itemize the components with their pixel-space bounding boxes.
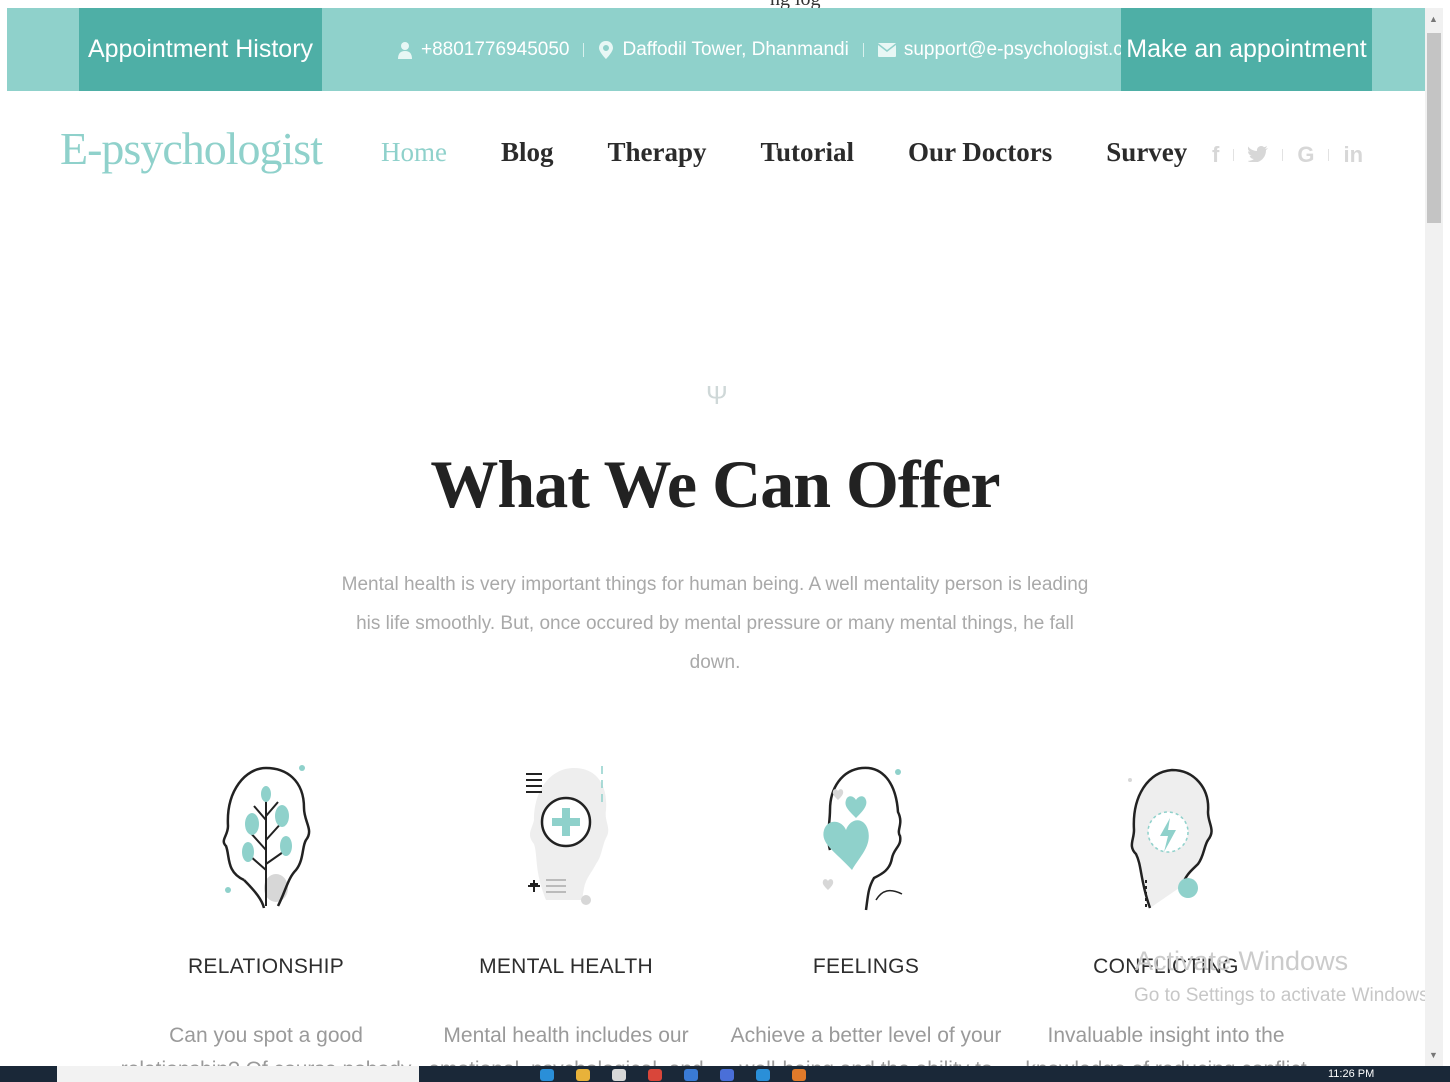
activate-windows-watermark: Activate Windows xyxy=(1135,946,1349,976)
mail-app-icon[interactable] xyxy=(756,1069,770,1081)
top-contact-bar: Appointment History +8801776945050 Daffo… xyxy=(7,8,1425,91)
divider xyxy=(583,42,585,57)
card-title: RELATIONSHIP xyxy=(187,955,345,978)
main-nav: Home Blog Therapy Tutorial Our Doctors S… xyxy=(381,137,1187,168)
page-scrollbar[interactable]: ▲ ▼ xyxy=(1425,8,1443,1066)
divider xyxy=(862,42,864,57)
chrome-app-icon[interactable] xyxy=(648,1069,662,1081)
folder-app-icon[interactable] xyxy=(576,1069,590,1081)
user-icon xyxy=(398,41,412,59)
google-icon[interactable]: G xyxy=(1297,142,1314,168)
section-subtitle: Mental health is very important things f… xyxy=(341,574,1089,673)
address-contact: Daffodil Tower, Dhanmandi xyxy=(598,38,849,61)
address-text: Daffodil Tower, Dhanmandi xyxy=(622,38,849,60)
card-title: FEELINGS xyxy=(812,955,920,978)
head-tree-icon xyxy=(222,765,311,909)
divider xyxy=(1282,149,1284,161)
taskbar-clock: 11:26 PM xyxy=(1328,1068,1375,1080)
nav-tutorial[interactable]: Tutorial xyxy=(761,137,855,168)
service-card-feelings[interactable]: FEELINGS Achieve a better level of your … xyxy=(716,760,1016,1082)
phone-number: +8801776945050 xyxy=(421,38,570,60)
head-medical-cross-icon xyxy=(526,766,609,905)
make-appointment-button[interactable]: Make an appointment xyxy=(1121,8,1372,91)
email-contact: support@e-psychologist.com xyxy=(877,39,1149,61)
scroll-up-icon[interactable]: ▲ xyxy=(1429,14,1438,24)
nav-home[interactable]: Home xyxy=(381,137,447,168)
head-lightning-icon xyxy=(1128,768,1213,910)
taskbar-apps xyxy=(540,1069,806,1081)
taskbar-search-box[interactable] xyxy=(57,1066,419,1082)
nav-blog[interactable]: Blog xyxy=(501,137,554,168)
office-app-icon[interactable] xyxy=(792,1069,806,1081)
divider xyxy=(1233,149,1235,161)
contact-info: +8801776945050 Daffodil Tower, Dhanmandi… xyxy=(397,8,1149,91)
word-app-icon[interactable] xyxy=(720,1069,734,1081)
nav-therapy[interactable]: Therapy xyxy=(608,137,707,168)
phone-contact: +8801776945050 xyxy=(397,39,569,61)
store-app-icon[interactable] xyxy=(612,1069,626,1081)
head-hearts-icon xyxy=(822,766,903,911)
linkedin-icon[interactable]: in xyxy=(1343,142,1363,168)
service-card-conflicting[interactable]: CONFLICTING Invaluable insight into the … xyxy=(1016,760,1316,1082)
section-title: What We Can Offer xyxy=(430,446,1000,522)
email-link[interactable]: support@e-psychologist.com xyxy=(904,39,1149,61)
editor-app-icon[interactable] xyxy=(684,1069,698,1081)
nav-our-doctors[interactable]: Our Doctors xyxy=(908,137,1052,168)
scrollbar-thumb[interactable] xyxy=(1427,33,1441,223)
envelope-icon xyxy=(877,42,896,57)
social-links: f G in xyxy=(1212,142,1363,168)
service-card-relationship[interactable]: RELATIONSHIP Can you spot a good relatio… xyxy=(116,760,416,1082)
appointment-history-button[interactable]: Appointment History xyxy=(79,8,322,91)
scroll-down-icon[interactable]: ▼ xyxy=(1429,1050,1438,1060)
nav-survey[interactable]: Survey xyxy=(1106,137,1187,168)
card-title: MENTAL HEALTH xyxy=(479,955,653,978)
os-taskbar: 11:26 PM xyxy=(0,1066,1450,1082)
facebook-icon[interactable]: f xyxy=(1212,142,1219,168)
psi-symbol-icon: Ψ xyxy=(706,380,728,410)
twitter-icon[interactable] xyxy=(1247,142,1269,168)
divider xyxy=(1328,149,1330,161)
activate-windows-hint: Go to Settings to activate Windows. xyxy=(1134,985,1434,1006)
service-card-mental-health[interactable]: MENTAL HEALTH Mental health includes our… xyxy=(416,760,716,1082)
browser-app-icon[interactable] xyxy=(540,1069,554,1081)
site-logo[interactable]: E-psychologist xyxy=(60,122,323,175)
map-pin-icon xyxy=(599,40,614,59)
